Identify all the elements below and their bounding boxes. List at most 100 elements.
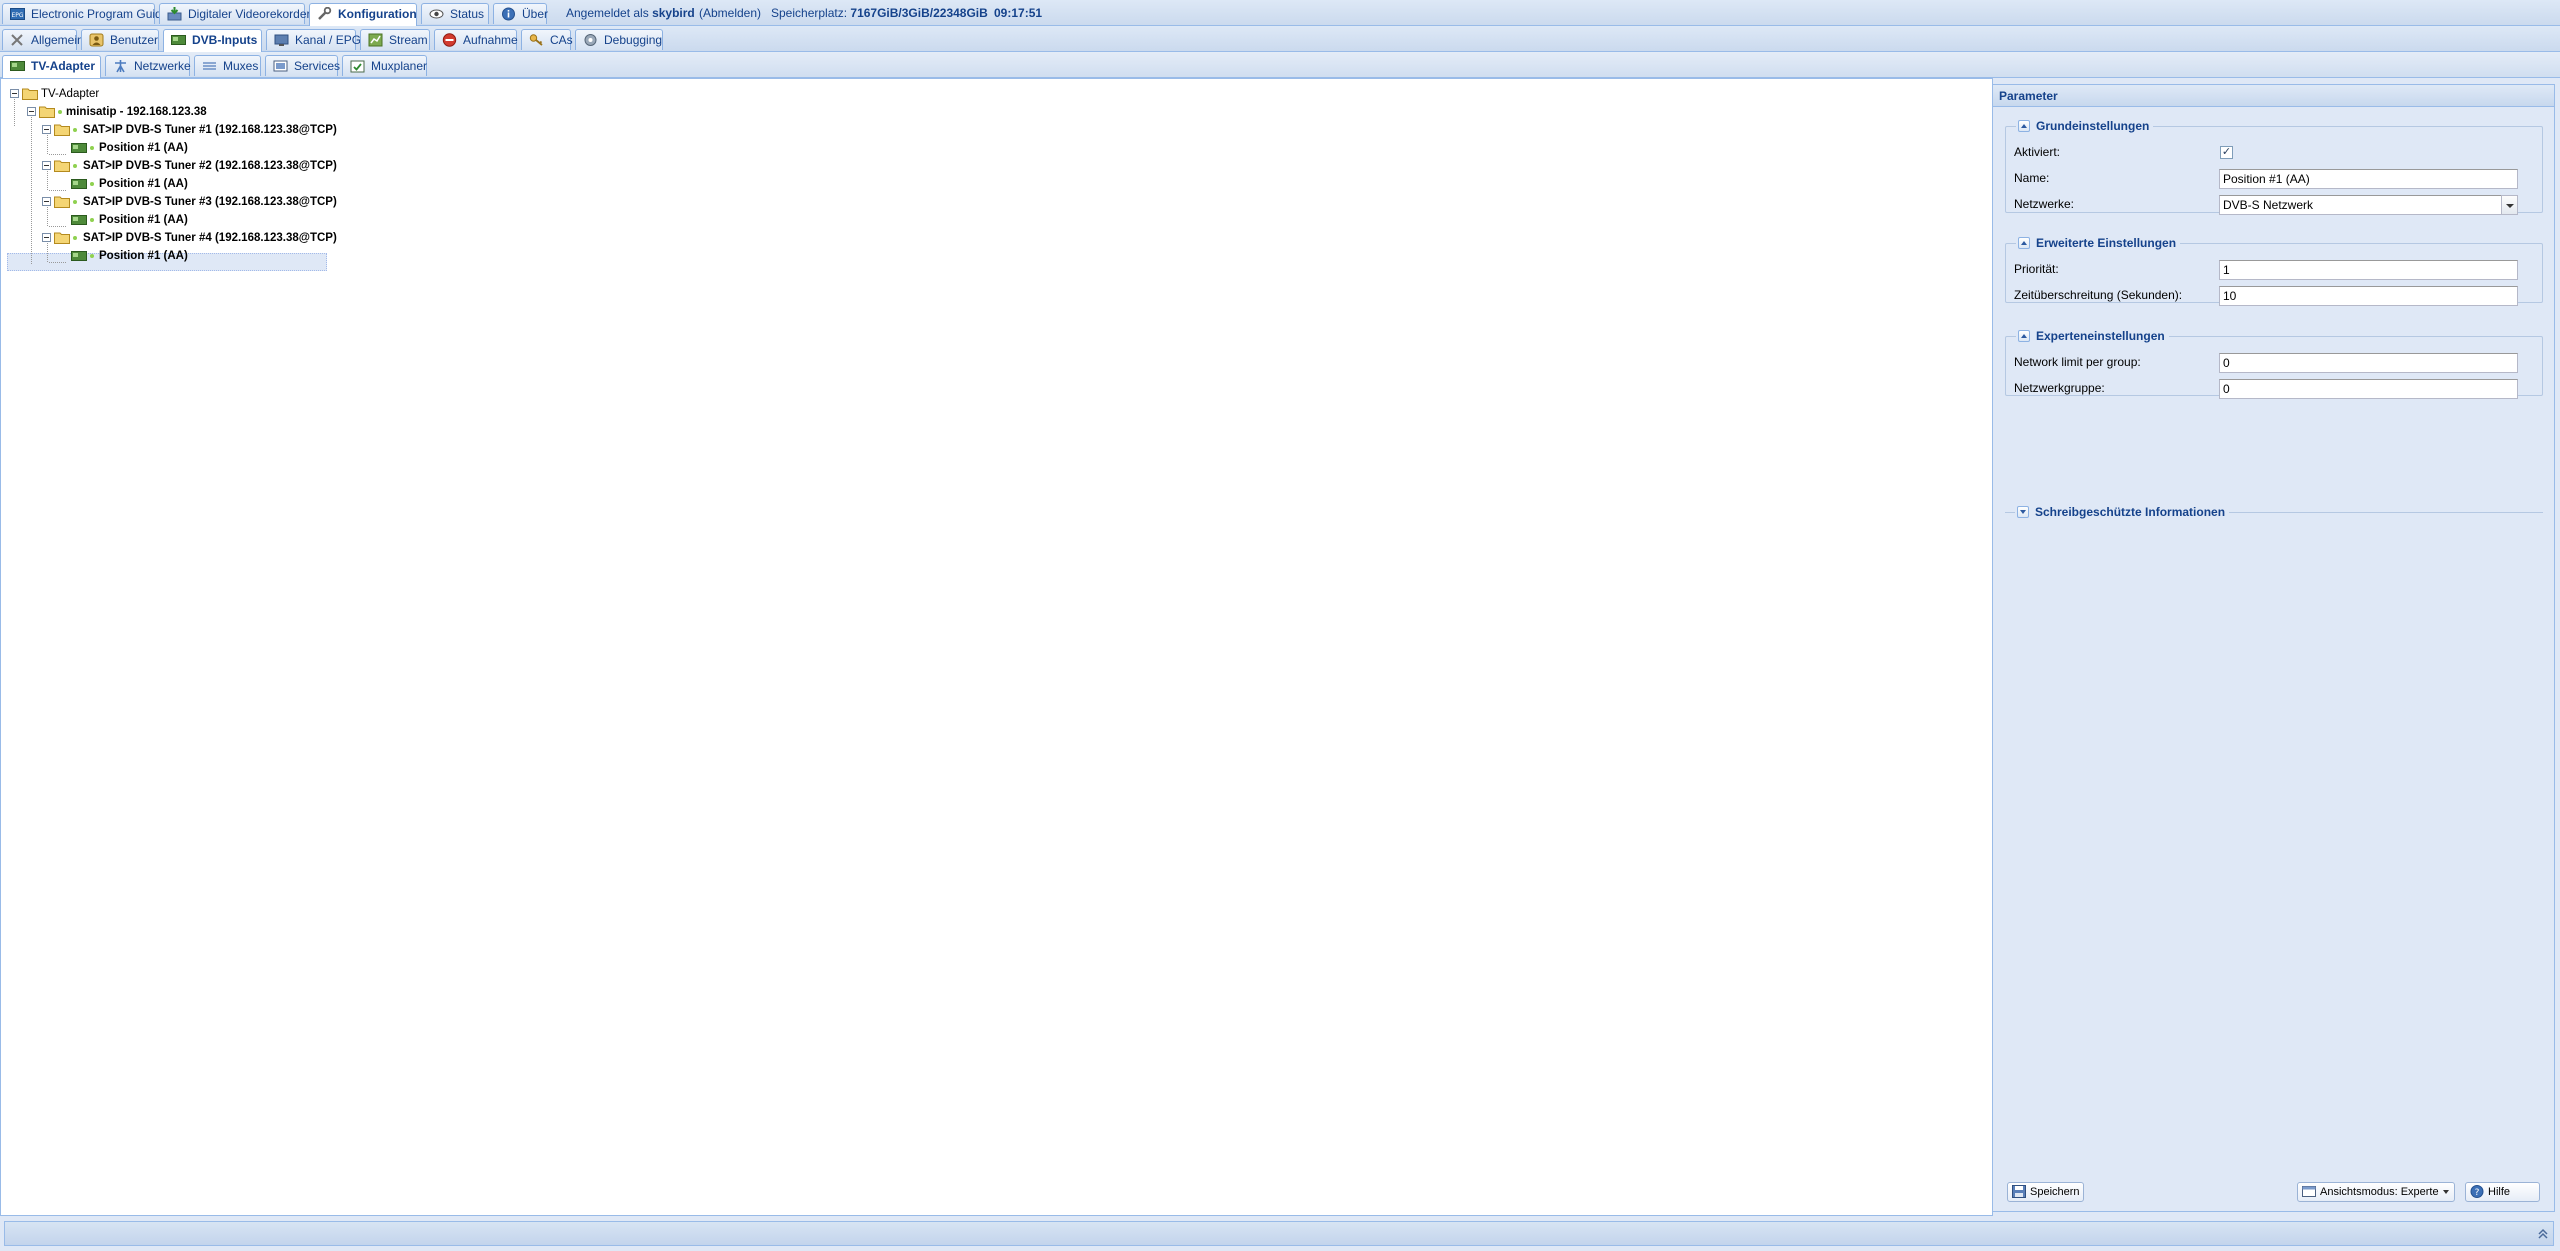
collapse-icon[interactable] — [27, 107, 36, 116]
tab-debugging[interactable]: Debugging — [575, 29, 663, 50]
logout-link[interactable]: (Abmelden) — [699, 6, 761, 20]
tab-muxplaner[interactable]: Muxplaner — [342, 55, 427, 76]
network-group-field[interactable]: 0 — [2219, 379, 2518, 399]
bottom-status-bar — [4, 1221, 2554, 1246]
tree-node-tuner-1[interactable]: SAT>IP DVB-S Tuner #1 (192.168.123.38@TC… — [39, 121, 339, 139]
status-ok-icon — [90, 254, 94, 258]
collapse-up-icon[interactable] — [2018, 237, 2030, 249]
storage-value: 7167GiB/3GiB/22348GiB — [850, 6, 988, 20]
tab-about[interactable]: Über — [493, 3, 548, 24]
tab-muxes[interactable]: Muxes — [194, 55, 261, 76]
tab-tv-adapter[interactable]: TV-Adapter — [2, 55, 101, 78]
tree-node-position[interactable]: Position #1 (AA) — [69, 211, 219, 229]
help-button[interactable]: ? Hilfe — [2465, 1182, 2540, 1202]
collapse-icon[interactable] — [42, 161, 51, 170]
status-ok-icon — [73, 164, 77, 168]
timeout-field[interactable]: 10 — [2219, 286, 2518, 306]
folder-icon — [39, 106, 55, 118]
config-tabbar: Allgemein Benutzer DVB-Inputs Kanal / EP… — [0, 26, 2560, 52]
fieldset-advanced-settings: Erweiterte Einstellungen Priorität: 1 Ze… — [2005, 235, 2543, 306]
fieldset-advanced-legend[interactable]: Erweiterte Einstellungen — [2016, 235, 2181, 251]
dropdown-arrow-icon — [2442, 1190, 2449, 1195]
save-button[interactable]: Speichern — [2007, 1182, 2084, 1202]
tree-node-tuner-2[interactable]: SAT>IP DVB-S Tuner #2 (192.168.123.38@TC… — [39, 157, 339, 175]
folder-icon — [22, 88, 38, 100]
tree-node-position[interactable]: Position #1 (AA) — [69, 175, 219, 193]
fieldset-expert-legend[interactable]: Experteneinstellungen — [2016, 328, 2169, 344]
status-ok-icon — [90, 218, 94, 222]
tv-card-icon — [171, 35, 186, 45]
tab-status[interactable]: Status — [421, 3, 489, 24]
status-ok-icon — [90, 182, 94, 186]
tab-cas[interactable]: CAs — [521, 29, 573, 50]
tab-konfiguration[interactable]: Konfiguration — [309, 3, 417, 26]
networks-label: Netzwerke: — [2014, 197, 2075, 211]
scheduler-icon — [350, 60, 365, 73]
info-icon — [502, 7, 515, 21]
tree-line — [49, 154, 67, 155]
networks-select[interactable]: DVB-S Netzwerk — [2219, 195, 2518, 215]
collapse-up-icon[interactable] — [2018, 120, 2030, 132]
collapse-up-icon[interactable] — [2018, 330, 2030, 342]
expand-down-icon[interactable] — [2017, 506, 2029, 518]
tab-services[interactable]: Services — [265, 55, 340, 76]
status-ok-icon — [73, 200, 77, 204]
tab-aufnahme[interactable]: Aufnahme — [434, 29, 518, 50]
satellite-position-icon — [71, 215, 87, 225]
key-icon — [529, 34, 543, 46]
chevron-down-icon[interactable] — [2501, 195, 2518, 215]
folder-icon — [54, 160, 70, 172]
priority-label: Priorität: — [2014, 262, 2059, 276]
collapse-icon[interactable] — [42, 125, 51, 134]
main-tabbar: EPG Electronic Program Guide Digitaler V… — [0, 0, 2560, 26]
save-icon — [2012, 1185, 2026, 1198]
collapse-icon[interactable] — [42, 197, 51, 206]
tab-stream[interactable]: Stream — [360, 29, 430, 50]
priority-field[interactable]: 1 — [2219, 260, 2518, 280]
tree-node-tuner-3[interactable]: SAT>IP DVB-S Tuner #3 (192.168.123.38@TC… — [39, 193, 339, 211]
tree-node-position[interactable]: Position #1 (AA) — [69, 139, 219, 157]
folder-icon — [54, 124, 70, 136]
status-ok-icon — [73, 128, 77, 132]
tv-icon — [274, 34, 289, 46]
svg-text:EPG: EPG — [11, 12, 23, 19]
fieldset-expert-settings: Experteneinstellungen Network limit per … — [2005, 328, 2543, 399]
parameter-panel: Parameter Grundeinstellungen Aktiviert: … — [1992, 84, 2555, 1212]
tab-dvb-inputs[interactable]: DVB-Inputs — [163, 29, 262, 52]
tree-node-root[interactable]: TV-Adapter — [7, 85, 207, 103]
tree-line — [49, 226, 67, 227]
tree-node-device[interactable]: minisatip - 192.168.123.38 — [23, 103, 283, 121]
tab-epg[interactable]: EPG Electronic Program Guide — [2, 3, 168, 24]
eye-icon — [429, 9, 444, 19]
fieldset-basic-legend[interactable]: Grundeinstellungen — [2016, 118, 2154, 134]
collapse-icon[interactable] — [42, 233, 51, 242]
storage-info: Speicherplatz: 7167GiB/3GiB/22348GiB — [771, 6, 988, 20]
tree-node-tuner-4[interactable]: SAT>IP DVB-S Tuner #4 (192.168.123.38@TC… — [39, 229, 339, 247]
tab-netzwerke[interactable]: Netzwerke — [105, 55, 191, 76]
adapter-tree-panel: TV-Adapter minisatip - 192.168.123.38 SA… — [0, 78, 1993, 1216]
enabled-label: Aktiviert: — [2014, 145, 2061, 159]
fieldset-readonly-legend[interactable]: Schreibgeschützte Informationen — [2015, 504, 2230, 520]
viewmode-icon — [2302, 1186, 2316, 1197]
status-ok-icon — [58, 110, 62, 114]
tree-node-position[interactable]: Position #1 (AA) — [69, 247, 219, 265]
clock: 09:17:51 — [994, 6, 1043, 20]
folder-icon — [54, 196, 70, 208]
tab-allgemein[interactable]: Allgemein — [2, 29, 84, 50]
tab-kanal-epg[interactable]: Kanal / EPG — [266, 29, 361, 50]
tab-benutzer[interactable]: Benutzer — [81, 29, 159, 50]
network-icon — [115, 60, 126, 73]
folder-icon — [54, 232, 70, 244]
mux-icon — [203, 62, 216, 70]
enabled-checkbox[interactable]: ✓ — [2220, 146, 2233, 159]
expand-up-icon[interactable] — [2537, 1228, 2549, 1240]
network-limit-field[interactable]: 0 — [2219, 353, 2518, 373]
viewmode-button[interactable]: Ansichtsmodus: Experte — [2297, 1182, 2455, 1202]
svg-text:?: ? — [2475, 1188, 2480, 1198]
tools-icon — [11, 34, 23, 46]
fieldset-readonly-collapsed: Schreibgeschützte Informationen — [2005, 504, 2543, 520]
fieldset-basic-settings: Grundeinstellungen Aktiviert: ✓ Name: Po… — [2005, 118, 2543, 215]
name-field[interactable]: Position #1 (AA) — [2219, 169, 2518, 189]
collapse-icon[interactable] — [10, 89, 19, 98]
tab-dvr[interactable]: Digitaler Videorekorder — [159, 3, 311, 24]
